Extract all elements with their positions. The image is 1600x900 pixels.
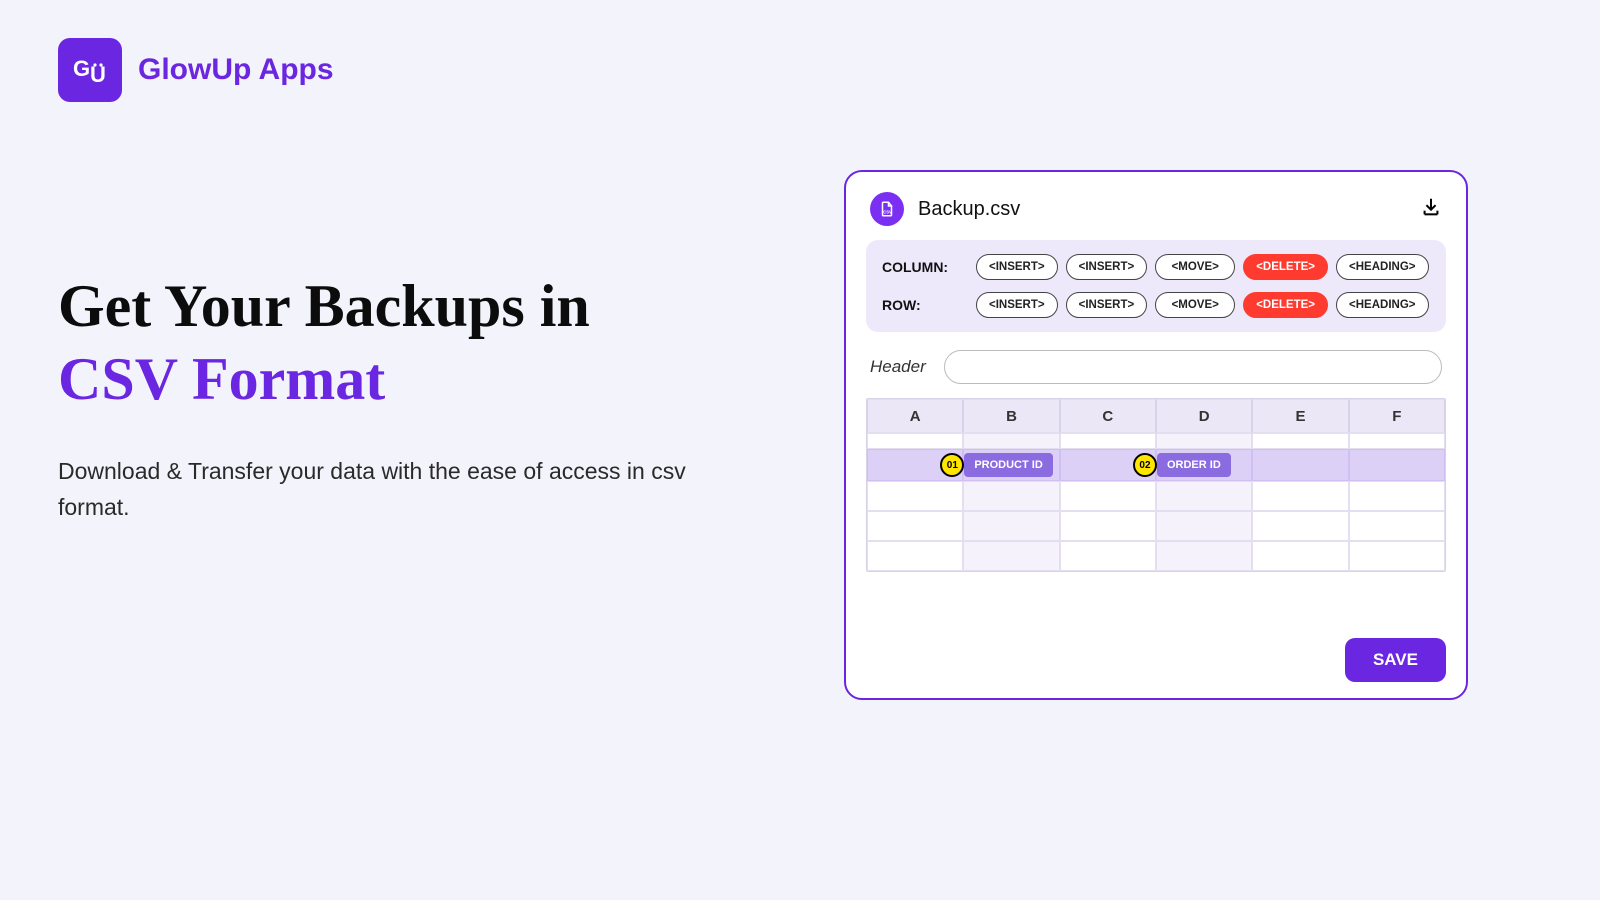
hero-title: Get Your Backups in CSV Format — [58, 270, 698, 416]
save-button[interactable]: SAVE — [1345, 638, 1446, 682]
cell[interactable]: 01 PRODUCT ID — [963, 449, 1059, 481]
logo-glyph-icon: G U — [70, 50, 110, 90]
cell[interactable] — [963, 511, 1059, 541]
download-icon — [1420, 196, 1442, 218]
field-tag-wrap: 01 PRODUCT ID — [964, 450, 1058, 480]
row-insert-button-1[interactable]: <INSERT> — [976, 292, 1058, 318]
cell[interactable] — [1156, 511, 1252, 541]
toolbar-panel: COLUMN: <INSERT> <INSERT> <MOVE> <DELETE… — [866, 240, 1446, 332]
svg-text:CSV: CSV — [883, 210, 892, 215]
tag-number-badge: 01 — [940, 453, 964, 477]
hero-subtitle: Download & Transfer your data with the e… — [58, 454, 698, 525]
brand-name: GlowUp Apps — [138, 53, 334, 87]
column-insert-button-2[interactable]: <INSERT> — [1066, 254, 1148, 280]
cell[interactable] — [1252, 481, 1348, 511]
header-input[interactable] — [944, 350, 1442, 384]
field-tag-order-id[interactable]: ORDER ID — [1157, 453, 1231, 477]
cell[interactable] — [1252, 511, 1348, 541]
cell[interactable] — [963, 481, 1059, 511]
field-tag-wrap: 02 ORDER ID — [1157, 450, 1251, 480]
hero-title-plain: Get Your Backups in — [58, 273, 590, 339]
header-field-label: Header — [870, 357, 926, 377]
cell[interactable] — [1349, 449, 1445, 481]
col-header-d[interactable]: D — [1156, 399, 1252, 433]
logo-badge: G U — [58, 38, 122, 102]
cell[interactable] — [867, 511, 963, 541]
cell[interactable] — [867, 541, 963, 571]
spreadsheet-row — [867, 433, 1445, 449]
cell[interactable] — [1156, 433, 1252, 449]
cell[interactable] — [1156, 541, 1252, 571]
col-header-b[interactable]: B — [963, 399, 1059, 433]
download-button[interactable] — [1420, 196, 1442, 223]
field-tag-product-id[interactable]: PRODUCT ID — [964, 453, 1052, 477]
spreadsheet-row — [867, 511, 1445, 541]
column-move-button[interactable]: <MOVE> — [1155, 254, 1235, 280]
card-header: CSV Backup.csv — [866, 192, 1446, 240]
row-move-button[interactable]: <MOVE> — [1155, 292, 1235, 318]
svg-text:U: U — [90, 62, 106, 87]
cell[interactable]: 02 ORDER ID — [1156, 449, 1252, 481]
col-header-f[interactable]: F — [1349, 399, 1445, 433]
cell[interactable] — [1252, 449, 1348, 481]
cell[interactable] — [1060, 541, 1156, 571]
column-label: COLUMN: — [882, 259, 968, 275]
spreadsheet: A B C D E F 01 PRODUCT ID — [866, 398, 1446, 572]
spreadsheet-highlight-row: 01 PRODUCT ID 02 ORDER ID — [867, 449, 1445, 481]
cell[interactable] — [1060, 481, 1156, 511]
cell[interactable] — [963, 433, 1059, 449]
column-heading-button[interactable]: <HEADING> — [1336, 254, 1428, 280]
cell[interactable] — [1349, 541, 1445, 571]
cell[interactable] — [1156, 481, 1252, 511]
card-footer: SAVE — [866, 624, 1446, 682]
cell[interactable] — [1252, 541, 1348, 571]
spreadsheet-row — [867, 481, 1445, 511]
cell[interactable] — [867, 433, 963, 449]
row-insert-button-2[interactable]: <INSERT> — [1066, 292, 1148, 318]
hero-section: Get Your Backups in CSV Format Download … — [58, 270, 698, 526]
col-header-a[interactable]: A — [867, 399, 963, 433]
cell[interactable] — [1349, 511, 1445, 541]
csv-editor-card: CSV Backup.csv COLUMN: <INSERT> <INSERT>… — [844, 170, 1468, 700]
cell[interactable] — [1252, 433, 1348, 449]
spreadsheet-header-row: A B C D E F — [867, 399, 1445, 433]
svg-text:G: G — [73, 56, 91, 81]
brand-logo: G U GlowUp Apps — [58, 38, 334, 102]
cell[interactable] — [1349, 433, 1445, 449]
file-name: Backup.csv — [918, 198, 1020, 221]
cell[interactable] — [1060, 511, 1156, 541]
row-delete-button[interactable]: <DELETE> — [1243, 292, 1328, 318]
tag-number-badge: 02 — [1133, 453, 1157, 477]
spreadsheet-row — [867, 541, 1445, 571]
file-title: CSV Backup.csv — [870, 192, 1020, 226]
col-header-c[interactable]: C — [1060, 399, 1156, 433]
col-header-e[interactable]: E — [1252, 399, 1348, 433]
column-insert-button-1[interactable]: <INSERT> — [976, 254, 1058, 280]
header-field-row: Header — [870, 350, 1442, 384]
cell[interactable] — [867, 481, 963, 511]
row-label: ROW: — [882, 297, 968, 313]
csv-file-icon: CSV — [870, 192, 904, 226]
row-heading-button[interactable]: <HEADING> — [1336, 292, 1428, 318]
column-toolbar-row: COLUMN: <INSERT> <INSERT> <MOVE> <DELETE… — [882, 254, 1430, 280]
column-delete-button[interactable]: <DELETE> — [1243, 254, 1328, 280]
hero-title-accent: CSV Format — [58, 346, 385, 412]
cell[interactable] — [1060, 433, 1156, 449]
cell[interactable] — [1349, 481, 1445, 511]
cell[interactable] — [963, 541, 1059, 571]
row-toolbar-row: ROW: <INSERT> <INSERT> <MOVE> <DELETE> <… — [882, 292, 1430, 318]
